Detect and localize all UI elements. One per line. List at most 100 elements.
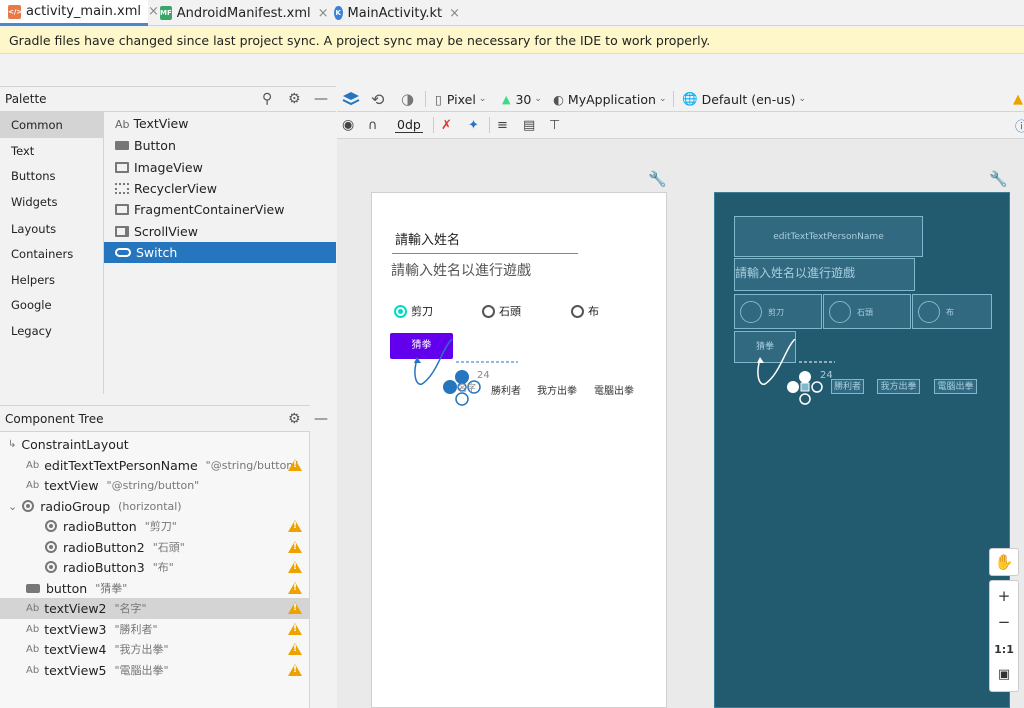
- tree-row-sub: "猜拳": [95, 582, 128, 596]
- category-google[interactable]: Google: [0, 292, 104, 318]
- category-common[interactable]: Common: [0, 112, 104, 138]
- guidelines-icon[interactable]: ⊤: [549, 112, 560, 138]
- warning-icon[interactable]: ▲: [1013, 86, 1023, 112]
- palette-item-scrollview[interactable]: ScrollView: [104, 221, 336, 242]
- bp-constraint-handles[interactable]: [755, 339, 865, 409]
- tree-row-edittext[interactable]: Ab editTextTextPersonName "@string/butto…: [0, 455, 310, 476]
- tree-row-textview2[interactable]: Ab textView2 "名字": [0, 598, 310, 619]
- bp-cpu-move[interactable]: 電腦出拳: [934, 379, 977, 394]
- warning-icon[interactable]: [288, 582, 302, 595]
- my-move-textview[interactable]: 我方出拳: [537, 382, 577, 397]
- tree-row-constraintlayout[interactable]: ↳ ConstraintLayout: [0, 434, 310, 455]
- warning-icon[interactable]: [288, 602, 302, 615]
- warning-icon[interactable]: [288, 561, 302, 574]
- cpu-move-textview[interactable]: 電腦出拳: [594, 382, 634, 397]
- palette-item-recyclerview[interactable]: RecyclerView: [104, 178, 336, 199]
- warning-icon[interactable]: [288, 643, 302, 656]
- tab-main-activity[interactable]: K MainActivity.kt ×: [330, 0, 460, 26]
- palette-item-label: ScrollView: [134, 224, 198, 239]
- wrench-icon[interactable]: 🔧: [989, 170, 1008, 188]
- prompt-textview[interactable]: 請輸入姓名以進行遊戲: [391, 260, 531, 280]
- close-icon[interactable]: ×: [318, 6, 329, 21]
- tab-activity-main[interactable]: </> activity_main.xml ×: [0, 0, 159, 26]
- pack-icon[interactable]: ≡: [497, 112, 508, 138]
- category-buttons[interactable]: Buttons: [0, 163, 104, 189]
- clear-constraints-icon[interactable]: ✗: [441, 112, 452, 138]
- radio-option-scissors[interactable]: 剪刀: [394, 303, 433, 319]
- align-icon[interactable]: ▤: [523, 112, 535, 138]
- search-icon[interactable]: ⚲: [262, 91, 272, 107]
- tree-row-radiogroup[interactable]: ⌄ radioGroup (horizontal): [0, 496, 310, 517]
- infer-constraints-icon[interactable]: ✦: [468, 112, 479, 138]
- tree-row-textview[interactable]: Ab textView "@string/button": [0, 475, 310, 496]
- bp-winner[interactable]: 勝利者: [831, 379, 864, 394]
- bp-radio-paper[interactable]: 布: [912, 294, 992, 329]
- default-margin-field[interactable]: 0dp: [395, 112, 423, 138]
- xml-file-icon: </>: [8, 4, 22, 19]
- palette-item-imageview[interactable]: ImageView: [104, 157, 336, 178]
- warning-icon[interactable]: [288, 541, 302, 554]
- bp-my-move[interactable]: 我方出拳: [877, 379, 920, 394]
- tree-row-radiobutton3[interactable]: radioButton3 "布": [0, 557, 310, 578]
- close-icon[interactable]: ×: [449, 6, 460, 21]
- category-containers[interactable]: Containers: [0, 241, 104, 267]
- magnet-icon[interactable]: ∩: [368, 112, 378, 138]
- zoom-out-button[interactable]: −: [990, 613, 1018, 631]
- bp-radio-scissors[interactable]: 剪刀: [734, 294, 822, 329]
- theme-select[interactable]: ◐ MyApplication ⌄: [553, 86, 667, 112]
- warning-icon[interactable]: [288, 623, 302, 636]
- category-text[interactable]: Text: [0, 138, 104, 164]
- tree-row-radiobutton2[interactable]: radioButton2 "石頭": [0, 537, 310, 558]
- constraint-handles[interactable]: [412, 339, 522, 409]
- chevron-down-icon[interactable]: ⌄: [8, 500, 17, 513]
- gear-icon[interactable]: ⚙: [288, 91, 301, 107]
- zoom-actual-size-button[interactable]: 1:1: [990, 643, 1018, 656]
- zoom-fit-icon[interactable]: ▣: [990, 667, 1018, 682]
- tree-row-textview5[interactable]: Ab textView5 "電腦出拳": [0, 660, 310, 681]
- help-icon[interactable]: ⓘ: [1015, 112, 1024, 138]
- layers-icon[interactable]: [342, 86, 360, 112]
- tree-row-button[interactable]: button "猜拳": [0, 578, 310, 599]
- zoom-in-button[interactable]: +: [990, 587, 1018, 605]
- textview-icon: Ab: [26, 479, 40, 491]
- radio-option-paper[interactable]: 布: [571, 303, 599, 319]
- tree-row-radiobutton[interactable]: radioButton "剪刀": [0, 516, 310, 537]
- api-select[interactable]: ▲ 30 ⌄: [502, 86, 542, 112]
- palette-item-textview[interactable]: Ab TextView: [104, 113, 336, 134]
- bp-radio-rock[interactable]: 石頭: [823, 294, 911, 329]
- winner-textview[interactable]: 勝利者: [491, 382, 521, 397]
- gear-icon[interactable]: ⚙: [288, 411, 301, 427]
- tree-row-textview4[interactable]: Ab textView4 "我方出拳": [0, 639, 310, 660]
- bp-prompt[interactable]: 請輸入姓名以進行遊戲: [734, 258, 915, 291]
- margin-value: 0dp: [395, 117, 423, 133]
- orientation-icon[interactable]: ⟲: [371, 86, 384, 112]
- warning-icon[interactable]: [288, 664, 302, 677]
- blueprint-surface[interactable]: editTextTextPersonName 請輸入姓名以進行遊戲 剪刀 石頭 …: [714, 192, 1010, 708]
- night-mode-icon[interactable]: ◑: [401, 86, 414, 112]
- pan-hand-icon[interactable]: ✋: [989, 548, 1019, 576]
- palette-item-fragmentcontainerview[interactable]: FragmentContainerView: [104, 199, 336, 220]
- category-widgets[interactable]: Widgets: [0, 189, 104, 215]
- tree-row-name: textView4: [44, 641, 107, 657]
- minimize-icon[interactable]: —: [314, 411, 328, 427]
- warning-icon[interactable]: [288, 520, 302, 533]
- wrench-icon[interactable]: 🔧: [648, 170, 667, 188]
- warning-icon[interactable]: [288, 459, 302, 472]
- category-layouts[interactable]: Layouts: [0, 216, 104, 242]
- radio-option-rock[interactable]: 石頭: [482, 303, 521, 319]
- design-surface[interactable]: 請輸入姓名 請輸入姓名以進行遊戲 剪刀 石頭 布 猜拳 24 名字 勝利者 我方…: [371, 192, 667, 708]
- edittext-person-name[interactable]: 請輸入姓名: [392, 229, 578, 254]
- palette-item-switch[interactable]: Switch: [104, 242, 336, 263]
- category-legacy[interactable]: Legacy: [0, 318, 104, 344]
- palette-item-button[interactable]: Button: [104, 135, 336, 156]
- tree-row-textview3[interactable]: Ab textView3 "勝利者": [0, 619, 310, 640]
- tab-android-manifest[interactable]: MF AndroidManifest.xml ×: [156, 0, 329, 26]
- minimize-icon[interactable]: —: [314, 91, 328, 107]
- bp-edittext[interactable]: editTextTextPersonName: [734, 216, 923, 257]
- locale-select[interactable]: 🌐 Default (en-us) ⌄: [682, 86, 806, 112]
- category-helpers[interactable]: Helpers: [0, 267, 104, 293]
- eye-icon[interactable]: ◉: [342, 112, 354, 138]
- device-select[interactable]: ▯ Pixel ⌄: [435, 86, 486, 112]
- name-textview[interactable]: 名字: [458, 381, 476, 394]
- chevron-down-icon: ⌄: [478, 94, 487, 104]
